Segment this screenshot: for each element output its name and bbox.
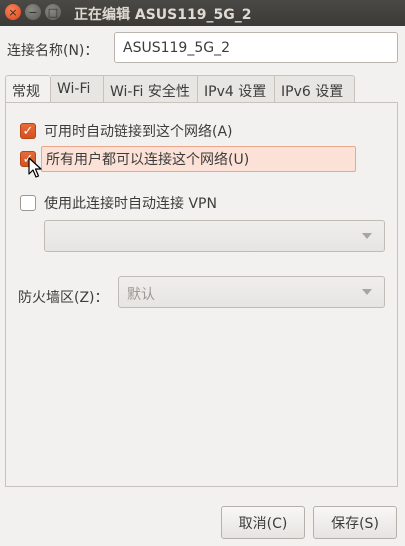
auto-connect-label[interactable]: 可用时自动链接到这个网络(A) (44, 121, 233, 141)
chevron-down-icon (362, 289, 372, 295)
all-users-label[interactable]: 所有用户都可以连接这个网络(U) (41, 146, 356, 172)
tab-wifi[interactable]: Wi-Fi (51, 75, 104, 103)
connection-name-label: 连接名称(N)： (7, 43, 99, 59)
vpn-select[interactable] (44, 220, 385, 252)
firewall-zone-select[interactable]: 默认 (118, 276, 385, 308)
minimize-window-icon[interactable]: − (25, 4, 41, 20)
maximize-window-icon[interactable]: □ (45, 4, 61, 20)
tab-ipv4-settings[interactable]: IPv4 设置 (198, 75, 275, 103)
auto-vpn-checkbox[interactable] (20, 195, 36, 211)
connection-name-input[interactable] (114, 32, 398, 63)
cancel-button[interactable]: 取消(C) (221, 506, 305, 539)
close-window-icon[interactable]: × (5, 4, 21, 20)
title-bar: × − □ 正在编辑 ASUS119_5G_2 (0, 0, 405, 26)
chevron-down-icon (362, 233, 372, 239)
save-button[interactable]: 保存(S) (313, 506, 397, 539)
auto-vpn-label[interactable]: 使用此连接时自动连接 VPN (44, 193, 217, 213)
auto-connect-checkbox[interactable]: ✓ (20, 123, 36, 139)
all-users-option[interactable]: ✓ 所有用户都可以连接这个网络(U) (20, 146, 356, 172)
auto-connect-option[interactable]: ✓ 可用时自动链接到这个网络(A) (20, 119, 233, 143)
tab-wifi-security[interactable]: Wi-Fi 安全性 (104, 75, 198, 103)
tab-ipv6-settings[interactable]: IPv6 设置 (275, 75, 355, 103)
auto-vpn-option[interactable]: 使用此连接时自动连接 VPN (20, 191, 217, 215)
firewall-zone-value: 默认 (127, 287, 155, 303)
tab-general[interactable]: 常规 (5, 75, 51, 104)
mouse-pointer-icon (28, 157, 42, 178)
window-title: 正在编辑 ASUS119_5G_2 (74, 7, 252, 23)
firewall-zone-label: 防火墙区(Z)： (18, 290, 109, 306)
general-tab-panel: ✓ 可用时自动链接到这个网络(A) ✓ 所有用户都可以连接这个网络(U) 使用此… (5, 102, 398, 487)
